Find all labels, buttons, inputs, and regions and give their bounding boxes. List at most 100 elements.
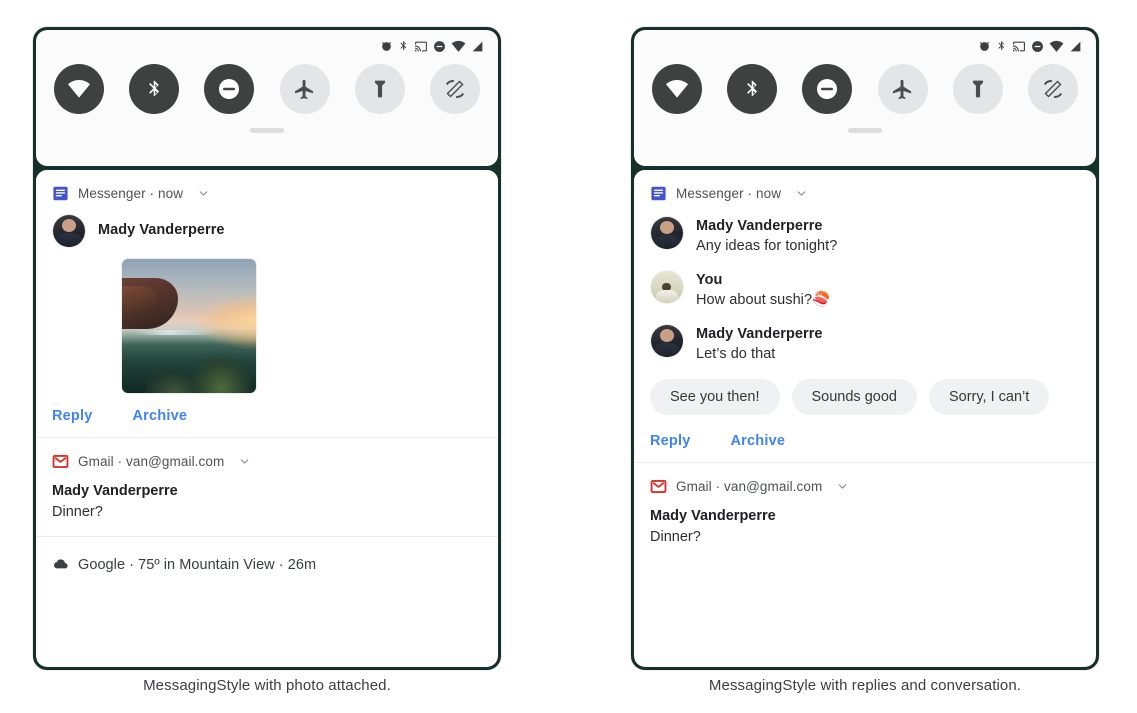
message-text: Any ideas for tonight?	[696, 238, 838, 254]
message-sender: Mady Vanderperre	[98, 222, 225, 238]
alarm-icon	[979, 41, 990, 51]
notification-gmail-left[interactable]: Gmail · van@gmail.com Mady Vanderperre D…	[36, 437, 498, 536]
bluetooth-tile[interactable]	[129, 64, 180, 114]
status-bar-left	[36, 30, 498, 54]
archive-button[interactable]: Archive	[133, 408, 188, 424]
attached-photo[interactable]	[121, 258, 257, 394]
wifi-icon	[666, 80, 688, 98]
bluetooth-icon	[148, 80, 159, 96]
airplane-icon	[892, 79, 912, 99]
avatar	[650, 324, 684, 358]
chevron-down-icon[interactable]	[795, 187, 808, 200]
notification-actions: Reply Archive	[650, 419, 1080, 449]
message-row: Mady Vanderperre Let’s do that	[650, 324, 1080, 365]
gmail-title: Mady Vanderperre	[52, 483, 178, 499]
message-text: Let’s do that	[696, 346, 776, 362]
chevron-down-icon[interactable]	[197, 187, 210, 200]
flashlight-icon	[374, 80, 385, 98]
google-row: Google · 75º in Mountain View · 26m	[52, 552, 482, 577]
gmail-subtitle: Dinner?	[650, 529, 701, 545]
gmail-title: Mady Vanderperre	[650, 508, 776, 524]
quick-settings-tiles-right	[634, 54, 1096, 114]
phone-left: Messenger · now Mady Vanderperre Reply A…	[33, 27, 501, 670]
smart-reply-chip[interactable]: Sorry, I can’t	[928, 379, 1050, 415]
auto-rotate-tile[interactable]	[1027, 64, 1078, 114]
flashlight-tile[interactable]	[952, 64, 1003, 114]
messenger-icon	[651, 186, 666, 200]
signal-icon	[472, 41, 483, 51]
quick-settings-tiles-left	[36, 54, 498, 114]
auto-rotate-icon	[1043, 80, 1062, 98]
airplane-icon	[294, 79, 314, 99]
shade-drag-handle[interactable]	[848, 128, 882, 133]
notification-header: Gmail · van@gmail.com	[650, 476, 1080, 496]
gmail-body: Mady Vanderperre Dinner?	[52, 471, 482, 523]
wifi-tile[interactable]	[54, 64, 104, 114]
do-not-disturb-icon	[1032, 40, 1043, 52]
do-not-disturb-icon	[434, 40, 445, 52]
gmail-body: Mady Vanderperre Dinner?	[650, 496, 1080, 548]
bluetooth-icon	[998, 41, 1005, 51]
airplane-tile[interactable]	[877, 64, 928, 114]
cast-icon	[1013, 41, 1025, 51]
phone-right: Messenger · now Mady Vanderperre Any ide…	[631, 27, 1099, 670]
notification-app-label: Gmail · van@gmail.com	[78, 453, 225, 469]
chevron-down-icon[interactable]	[238, 455, 251, 468]
message-sender: Mady Vanderperre	[696, 326, 823, 342]
signal-icon	[1070, 41, 1081, 51]
avatar	[52, 214, 86, 248]
wifi-tile[interactable]	[652, 64, 702, 114]
notification-app-label: Messenger · now	[78, 185, 184, 201]
notification-messenger-right[interactable]: Messenger · now Mady Vanderperre Any ide…	[634, 170, 1096, 462]
dnd-tile[interactable]	[204, 64, 255, 114]
avatar	[650, 270, 684, 304]
flashlight-icon	[972, 80, 983, 98]
message-row: Mady Vanderperre	[52, 214, 482, 248]
wifi-icon	[451, 40, 466, 52]
bluetooth-icon	[400, 41, 407, 51]
do-not-disturb-icon	[219, 79, 240, 99]
notification-header: Messenger · now	[52, 183, 482, 203]
dnd-tile[interactable]	[802, 64, 853, 114]
smart-reply-chip[interactable]: Sounds good	[791, 379, 917, 415]
caption-right: MessagingStyle with replies and conversa…	[708, 677, 1022, 694]
cloud-icon	[54, 559, 68, 569]
flashlight-tile[interactable]	[354, 64, 405, 114]
message-sender: You	[696, 272, 723, 288]
notification-messenger-left[interactable]: Messenger · now Mady Vanderperre Reply A…	[36, 170, 498, 437]
notification-header: Messenger · now	[650, 183, 1080, 203]
message-text: How about sushi?🍣	[696, 292, 831, 308]
avatar	[650, 216, 684, 250]
auto-rotate-icon	[445, 80, 464, 98]
message-sender: Mady Vanderperre	[696, 218, 823, 234]
messenger-icon	[53, 186, 68, 200]
wifi-icon	[1049, 40, 1064, 52]
chevron-down-icon[interactable]	[836, 480, 849, 493]
notification-google-left[interactable]: Google · 75º in Mountain View · 26m	[36, 536, 498, 590]
status-bar-right	[634, 30, 1096, 54]
bluetooth-tile[interactable]	[727, 64, 778, 114]
bluetooth-icon	[746, 80, 757, 96]
gmail-icon	[52, 454, 69, 468]
reply-button[interactable]: Reply	[650, 433, 691, 449]
reply-button[interactable]: Reply	[52, 408, 93, 424]
caption-left: MessagingStyle with photo attached.	[143, 677, 391, 694]
message-row: You How about sushi?🍣	[650, 270, 1080, 311]
gmail-icon	[650, 479, 667, 493]
notification-shade-left: Messenger · now Mady Vanderperre Reply A…	[36, 170, 498, 667]
gmail-subtitle: Dinner?	[52, 504, 103, 520]
auto-rotate-tile[interactable]	[429, 64, 480, 114]
airplane-tile[interactable]	[279, 64, 330, 114]
do-not-disturb-icon	[817, 79, 838, 99]
archive-button[interactable]: Archive	[731, 433, 786, 449]
notification-header: Gmail · van@gmail.com	[52, 451, 482, 471]
notification-gmail-right[interactable]: Gmail · van@gmail.com Mady Vanderperre D…	[634, 462, 1096, 561]
screenshot-stage: Messenger · now Mady Vanderperre Reply A…	[0, 0, 1137, 713]
notification-actions: Reply Archive	[52, 394, 482, 424]
shade-drag-handle[interactable]	[250, 128, 284, 133]
notification-shade-right: Messenger · now Mady Vanderperre Any ide…	[634, 170, 1096, 667]
quick-settings-panel-left	[36, 30, 498, 166]
smart-reply-chips: See you then! Sounds good Sorry, I can’t	[650, 365, 1080, 419]
google-weather-text: Google · 75º in Mountain View · 26m	[78, 556, 317, 573]
smart-reply-chip[interactable]: See you then!	[650, 379, 780, 415]
